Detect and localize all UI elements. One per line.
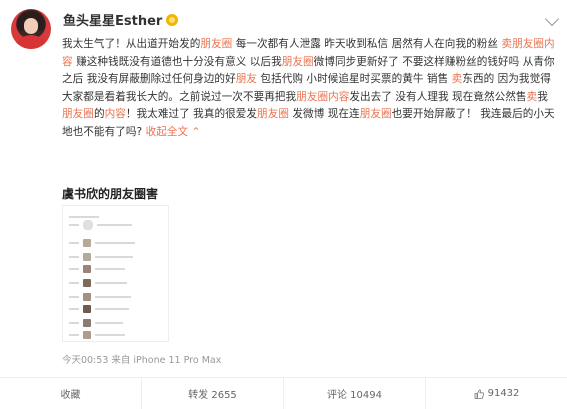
username-text[interactable]: 鱼头星星Esther xyxy=(63,10,162,29)
text-segment: 包括代购 小时候追星时买票的黄牛 销售 xyxy=(257,73,452,86)
image-row xyxy=(69,252,133,262)
like-count: 91432 xyxy=(487,388,520,399)
image-row xyxy=(69,292,131,302)
image-row xyxy=(69,304,129,314)
text-segment: 的 xyxy=(93,108,105,121)
text-segment: 赚这种钱既没有道德也十分没有意义 以后我 xyxy=(72,55,282,68)
text-segment: 我 xyxy=(537,90,548,103)
image-row xyxy=(69,220,132,230)
image-caption: 虞书欣的朋友圈害 xyxy=(62,187,159,201)
keyword-link[interactable]: 朋友圈 xyxy=(200,38,232,50)
keyword-link[interactable]: 朋友圈 xyxy=(257,108,289,120)
keyword-link[interactable]: 内容 xyxy=(105,108,126,120)
keyword-link[interactable]: 卖 xyxy=(527,91,538,103)
text-segment: 发出去了 没有人理我 现在竟然公然售 xyxy=(349,90,527,103)
like-button[interactable]: 91432 xyxy=(425,378,567,409)
keyword-link[interactable]: 朋友圈 xyxy=(360,108,392,120)
image-row xyxy=(69,278,127,288)
post-meta: 今天00:53 来自 iPhone 11 Pro Max xyxy=(62,355,222,366)
text-segment: 每一次都有人泄露 昨天收到私信 居然有人在向我的粉丝 xyxy=(232,38,502,50)
repost-label: 转发 2655 xyxy=(188,390,237,401)
username[interactable]: 鱼头星星Esther xyxy=(63,10,179,29)
post-text: 我太生气了！从出道开始发的朋友圈 每一次都有人泄露 昨天收到私信 居然有人在向我… xyxy=(62,36,558,142)
avatar[interactable] xyxy=(11,9,51,49)
text-segment: 我太生气了！从出道开始发的 xyxy=(62,38,201,50)
image-row xyxy=(69,330,125,340)
image-row xyxy=(69,318,123,328)
keyword-link[interactable]: 朋友圈 xyxy=(282,56,314,68)
keyword-link[interactable]: 朋友圈 xyxy=(62,108,94,120)
keyword-link[interactable]: 朋友 xyxy=(236,73,257,85)
keyword-link[interactable]: 卖 xyxy=(452,73,463,85)
chevron-down-icon[interactable] xyxy=(544,11,560,27)
favorite-label: 收藏 xyxy=(60,390,81,401)
comment-button[interactable]: 评论 10494 xyxy=(283,378,425,409)
collapse-text-link[interactable]: 收起全文 ⌃ xyxy=(146,126,201,138)
post-image[interactable] xyxy=(62,205,169,342)
comment-label: 评论 10494 xyxy=(327,390,382,401)
favorite-button[interactable]: 收藏 xyxy=(0,378,141,409)
action-bar: 收藏 转发 2655 评论 10494 91432 xyxy=(0,378,567,409)
keyword-link[interactable]: 朋友圈内容 xyxy=(296,91,349,103)
image-row xyxy=(69,238,135,248)
text-segment: 发微博 现在连 xyxy=(288,108,360,121)
repost-button[interactable]: 转发 2655 xyxy=(141,378,283,409)
image-row xyxy=(69,264,125,274)
text-segment: ！我太难过了 我真的很爱发 xyxy=(125,108,258,121)
member-badge-icon xyxy=(166,13,179,26)
thumbs-up-icon xyxy=(474,389,484,399)
